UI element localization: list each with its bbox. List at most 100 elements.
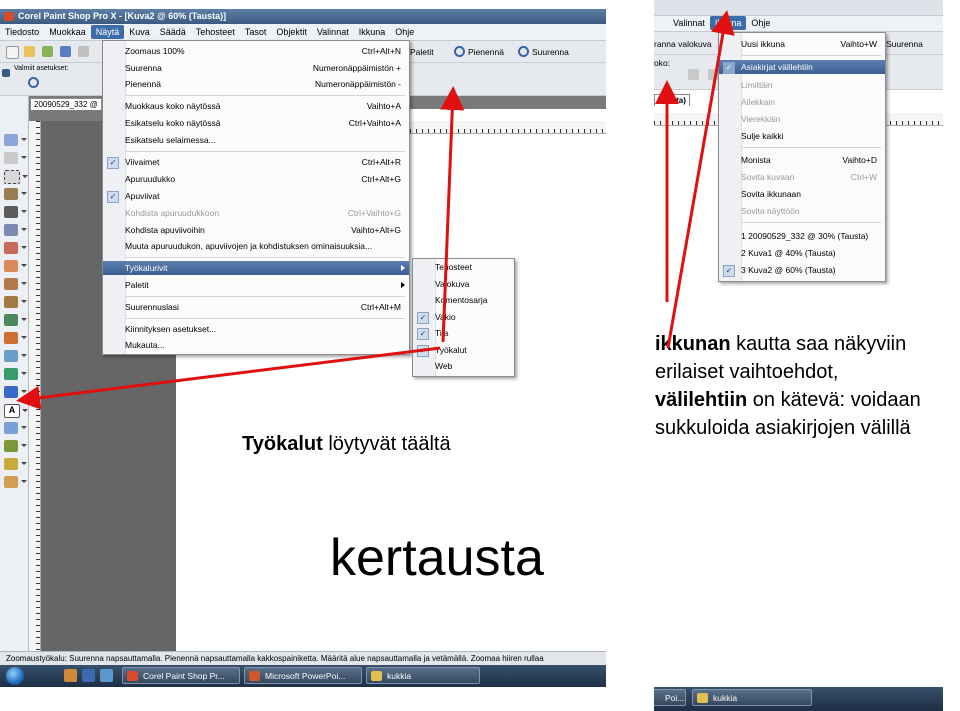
- menu-item-snap-guides[interactable]: Kohdista apuviivoihin Vaihto+Alt+G: [103, 223, 409, 237]
- view-menu: Zoomaus 100% Ctrl+Alt+N Suurenna Numeronäp…: [102, 40, 410, 355]
- checkmark-icon: ✓: [417, 328, 429, 340]
- menu-muokkaa[interactable]: Muokkaa: [44, 25, 91, 39]
- taskbar-label: kukkia: [713, 693, 738, 703]
- menu-separator: [741, 147, 881, 148]
- pick-tool-icon[interactable]: [4, 152, 27, 164]
- warp-brush-icon[interactable]: [4, 440, 27, 452]
- menu-item-toolbars[interactable]: Työkalurivit: [103, 261, 409, 275]
- menu-tiedosto[interactable]: Tiedosto: [0, 25, 44, 39]
- menu-item-preview-fullscreen[interactable]: Esikatselu koko näytössä Ctrl+Vaihto+A: [103, 116, 409, 130]
- menu-ohje[interactable]: Ohje: [390, 25, 419, 39]
- zoom-in-button[interactable]: Suurenna: [886, 39, 923, 49]
- smudge-tool-icon[interactable]: [4, 476, 27, 488]
- quicklaunch-icon[interactable]: [64, 669, 77, 682]
- zoom-in-button[interactable]: Suurenna: [532, 47, 569, 57]
- menu-item-grid-properties[interactable]: Muuta apuruudukon, apuviivojen ja kohdis…: [103, 239, 409, 253]
- taskbar-kukkia[interactable]: kukkia: [692, 689, 812, 706]
- menu-item-close-all[interactable]: Sulje kaikki: [719, 129, 885, 143]
- explorer-icon[interactable]: [100, 669, 113, 682]
- menu-nayta[interactable]: Näytä: [90, 25, 125, 39]
- submenu-item-effects[interactable]: Tehosteet: [413, 260, 514, 274]
- clone-brush-icon[interactable]: [4, 278, 27, 290]
- flood-fill-icon[interactable]: [4, 350, 27, 362]
- menu-item-preview-browser[interactable]: Esikatselu selaimessa...: [103, 133, 409, 147]
- taskbar-paintshop[interactable]: Corel Paint Shop Pr...: [122, 667, 240, 684]
- menu-valinnat[interactable]: Valinnat: [312, 25, 354, 39]
- menu-item-grid[interactable]: Apuruudukko Ctrl+Alt+G: [103, 172, 409, 186]
- menu-item-docking[interactable]: Kiinnityksen asetukset...: [103, 322, 409, 336]
- option-icon[interactable]: [688, 69, 699, 80]
- submenu-item-photo[interactable]: Valokuva: [413, 277, 514, 291]
- menu-item-magnifier[interactable]: Suurennuslasi Ctrl+Alt+M: [103, 300, 409, 314]
- menu-objektit[interactable]: Objektit: [271, 25, 312, 39]
- selection-tool-icon[interactable]: [4, 170, 28, 184]
- menu-item-new-window[interactable]: Uusi ikkuna Vaihto+W: [719, 37, 885, 51]
- menu-tasot[interactable]: Tasot: [240, 25, 272, 39]
- new-file-icon[interactable]: [6, 46, 19, 59]
- taskbar-powerpoint[interactable]: Poi...: [654, 689, 686, 706]
- taskbar-kukkia[interactable]: kukkia: [366, 667, 480, 684]
- zoom-in-icon[interactable]: [518, 46, 529, 57]
- submenu-item-script[interactable]: Komentosarja: [413, 293, 514, 307]
- menu-item-zoom-in[interactable]: Suurenna Numeronäppäimistön +: [103, 61, 409, 75]
- text-tool-icon[interactable]: A: [4, 404, 28, 418]
- menu-item-cascade: Limittäin: [741, 80, 773, 90]
- menu-item-zoom-100[interactable]: Zoomaus 100% Ctrl+Alt+N: [103, 44, 409, 58]
- menu-ikkuna[interactable]: Ikkuna: [354, 25, 391, 39]
- menu-item-document-1[interactable]: 1 20090529_332 @ 30% (Tausta): [719, 229, 885, 243]
- menu-ohje[interactable]: Ohje: [746, 16, 775, 30]
- eraser-tool-icon[interactable]: [4, 332, 27, 344]
- paint-brush-icon[interactable]: [4, 296, 27, 308]
- taskbar: Corel Paint Shop Pr... Microsoft PowerPo…: [0, 665, 606, 687]
- menu-item-zoom-out[interactable]: Pienennä Numeronäppäimistön -: [103, 77, 409, 91]
- document-tab[interactable]: Tausta): [654, 94, 690, 106]
- document-tab[interactable]: 20090529_332 @: [30, 98, 102, 110]
- menu-ikkuna[interactable]: Ikkuna: [709, 16, 747, 30]
- menu-item-document-2[interactable]: 2 Kuva1 @ 40% (Tausta): [719, 246, 885, 260]
- taskbar-powerpoint[interactable]: Microsoft PowerPoi...: [244, 667, 362, 684]
- mesh-warp-icon[interactable]: [4, 458, 27, 470]
- submenu-item-standard[interactable]: ✓ Vakio: [413, 310, 514, 324]
- dropper-tool-icon[interactable]: [4, 188, 27, 200]
- print-icon[interactable]: [78, 46, 89, 57]
- menu-item-guides[interactable]: ✓ Apuviivat: [103, 189, 409, 203]
- menu-item-duplicate[interactable]: Monista Vaihto+D: [719, 153, 885, 167]
- zoom-out-button[interactable]: Pienennä: [468, 47, 504, 57]
- red-eye-tool-icon[interactable]: [4, 242, 27, 254]
- menu-item-customize[interactable]: Mukauta...: [103, 338, 409, 352]
- zoom-preset-icon[interactable]: [28, 77, 39, 88]
- menu-separator: [125, 95, 405, 96]
- picture-tube-icon[interactable]: [4, 368, 27, 380]
- menu-item-document-3[interactable]: ✓ 3 Kuva2 @ 60% (Tausta): [719, 263, 885, 277]
- start-button[interactable]: [6, 667, 24, 685]
- menu-item-edit-fullscreen[interactable]: Muokkaus koko näytössä Vaihto+A: [103, 99, 409, 113]
- crop-tool-icon[interactable]: [4, 206, 27, 218]
- submenu-item-tools[interactable]: ✓ Työkalut: [413, 343, 514, 357]
- zoom-out-icon[interactable]: [454, 46, 465, 57]
- zoom-tool-icon[interactable]: [4, 134, 27, 146]
- lighten-darken-icon[interactable]: [4, 314, 27, 326]
- menu-kuva[interactable]: Kuva: [124, 25, 155, 39]
- menu-item-rulers[interactable]: ✓ Viivaimet Ctrl+Alt+R: [103, 155, 409, 169]
- straighten-tool-icon[interactable]: [4, 224, 27, 236]
- pen-tool-icon[interactable]: [4, 386, 27, 398]
- checkmark-icon: ✓: [107, 191, 119, 203]
- palettes-button[interactable]: Paletit: [410, 47, 434, 57]
- browse-icon[interactable]: [42, 46, 53, 57]
- menu-tehosteet[interactable]: Tehosteet: [191, 25, 240, 39]
- close-options-icon[interactable]: [2, 69, 10, 77]
- save-icon[interactable]: [60, 46, 71, 57]
- show-desktop-icon[interactable]: [82, 669, 95, 682]
- menu-valinnat[interactable]: Valinnat: [668, 16, 710, 30]
- menu-item-snap-grid: Kohdista apuruudukkoon Ctrl+Vaihto+G: [125, 208, 401, 218]
- menu-item-fit-window[interactable]: Sovita ikkunaan: [719, 187, 885, 201]
- menu-item-palettes[interactable]: Paletit: [103, 278, 409, 292]
- submenu-item-web[interactable]: Web: [413, 359, 514, 373]
- preset-shape-icon[interactable]: [4, 422, 27, 434]
- menu-item-tabbed-documents[interactable]: ✓ Asiakirjat välilehtiin: [719, 60, 885, 74]
- open-folder-icon[interactable]: [24, 46, 35, 57]
- menu-saada[interactable]: Säädä: [155, 25, 191, 39]
- horizontal-ruler: [410, 121, 606, 134]
- makeover-tool-icon[interactable]: [4, 260, 27, 272]
- submenu-item-status[interactable]: ✓ Tila: [413, 326, 514, 340]
